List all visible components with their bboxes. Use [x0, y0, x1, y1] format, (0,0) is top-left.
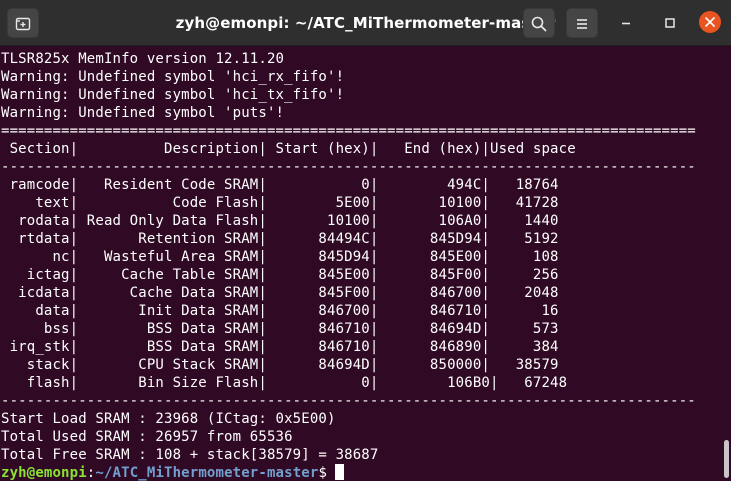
prompt-user-host: zyh@emonpi — [1, 465, 87, 481]
minimize-button[interactable] — [616, 13, 636, 33]
search-icon — [531, 16, 547, 32]
table-row: ramcode| Resident Code SRAM| 0| 494C| 18… — [1, 177, 559, 193]
output-line: Warning: Undefined symbol 'puts'! — [1, 105, 285, 121]
search-button[interactable] — [523, 8, 555, 38]
close-icon — [705, 17, 715, 27]
table-row: flash| Bin Size Flash| 0| 106B0| 67248 — [1, 375, 568, 391]
table-header: Section| Description| Start (hex)| End (… — [1, 141, 576, 157]
table-separator: ----------------------------------------… — [1, 393, 696, 409]
output-line: Warning: Undefined symbol 'hci_rx_fifo'! — [1, 69, 345, 85]
table-row: rodata| Read Only Data Flash| 10100| 106… — [1, 213, 559, 229]
new-tab-button[interactable] — [7, 8, 39, 38]
prompt-path: ~/ATC_MiThermometer-master — [95, 465, 319, 481]
new-tab-icon — [15, 17, 31, 31]
output-line: TLSR825x MemInfo version 12.11.20 — [1, 51, 285, 67]
summary-line: Total Used SRAM : 26957 from 65536 — [1, 429, 293, 445]
table-row: stack| CPU Stack SRAM| 84694D| 850000| 3… — [1, 357, 559, 373]
table-row: bss| BSS Data SRAM| 846710| 84694D| 573 — [1, 321, 559, 337]
maximize-icon — [665, 18, 675, 28]
table-row: ictag| Cache Table SRAM| 845E00| 845F00|… — [1, 267, 559, 283]
text-cursor — [335, 464, 345, 480]
summary-line: Total Free SRAM : 108 + stack[38579] = 3… — [1, 447, 379, 463]
table-separator: ----------------------------------------… — [1, 159, 696, 175]
table-row: data| Init Data SRAM| 846700| 846710| 16 — [1, 303, 559, 319]
table-row: icdata| Cache Data SRAM| 845F00| 846700|… — [1, 285, 559, 301]
prompt-sign: $ — [318, 465, 328, 481]
summary-line: Start Load SRAM : 23968 (ICtag: 0x5E00) — [1, 411, 336, 427]
output-line: Warning: Undefined symbol 'hci_tx_fifo'! — [1, 87, 345, 103]
table-row: text| Code Flash| 5E00| 10100| 41728 — [1, 195, 559, 211]
table-row: nc| Wasteful Area SRAM| 845D94| 845E00| … — [1, 249, 559, 265]
terminal-window: zyh@emonpi: ~/ATC_MiThermometer-master T… — [0, 0, 731, 481]
title-bar[interactable]: zyh@emonpi: ~/ATC_MiThermometer-master — [0, 0, 731, 46]
table-row: rtdata| Retention SRAM| 84494C| 845D94| … — [1, 231, 559, 247]
menu-button[interactable] — [566, 8, 598, 38]
close-button[interactable] — [699, 11, 721, 33]
hamburger-menu-icon — [577, 19, 587, 29]
table-row: irq_stk| BSS Data SRAM| 846710| 846890| … — [1, 339, 559, 355]
maximize-button[interactable] — [660, 13, 680, 33]
minimize-icon — [622, 22, 630, 25]
terminal-output[interactable]: TLSR825x MemInfo version 12.11.20 Warnin… — [0, 46, 722, 481]
shell-prompt[interactable]: zyh@emonpi:~/ATC_MiThermometer-master$ — [1, 464, 722, 481]
scrollbar[interactable] — [724, 440, 729, 478]
table-separator: ========================================… — [1, 123, 696, 139]
